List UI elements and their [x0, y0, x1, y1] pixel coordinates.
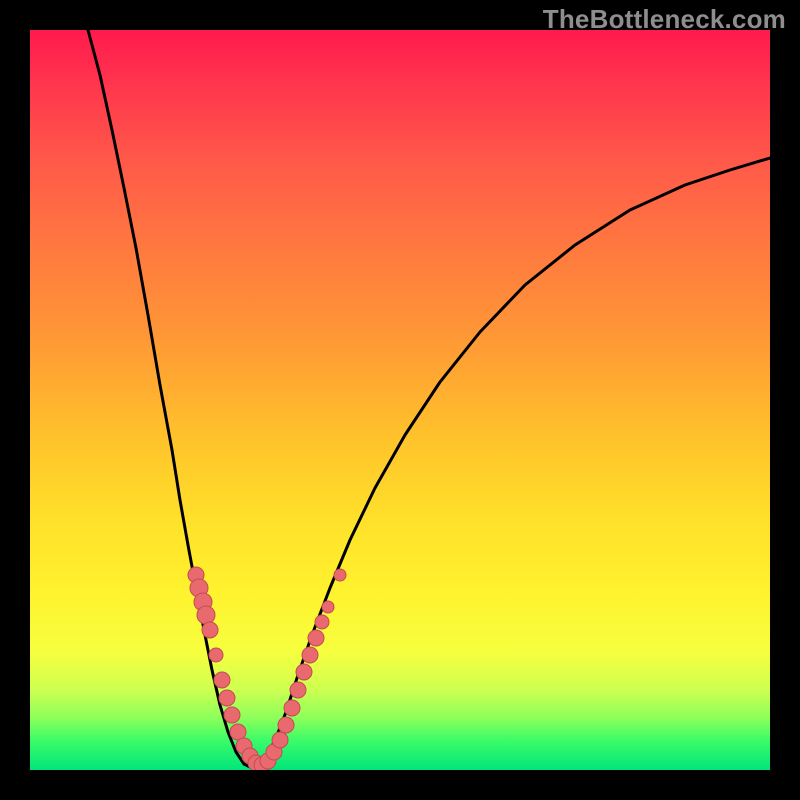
- data-marker: [334, 569, 346, 581]
- plot-area: [30, 30, 770, 770]
- bottleneck-curve-path: [88, 30, 770, 768]
- data-marker: [302, 647, 318, 663]
- data-marker: [308, 630, 324, 646]
- data-marker: [278, 717, 294, 733]
- data-marker: [197, 606, 215, 624]
- data-marker: [322, 601, 334, 613]
- data-marker: [214, 672, 230, 688]
- data-marker: [315, 615, 329, 629]
- data-marker: [290, 682, 306, 698]
- data-marker: [284, 700, 300, 716]
- data-marker: [296, 664, 312, 680]
- data-marker: [202, 622, 218, 638]
- data-marker: [209, 648, 223, 662]
- data-marker: [219, 690, 235, 706]
- data-marker: [272, 732, 288, 748]
- chart-frame: TheBottleneck.com: [0, 0, 800, 800]
- watermark-text: TheBottleneck.com: [543, 4, 786, 35]
- data-marker: [224, 707, 240, 723]
- bottleneck-curve-svg: [30, 30, 770, 770]
